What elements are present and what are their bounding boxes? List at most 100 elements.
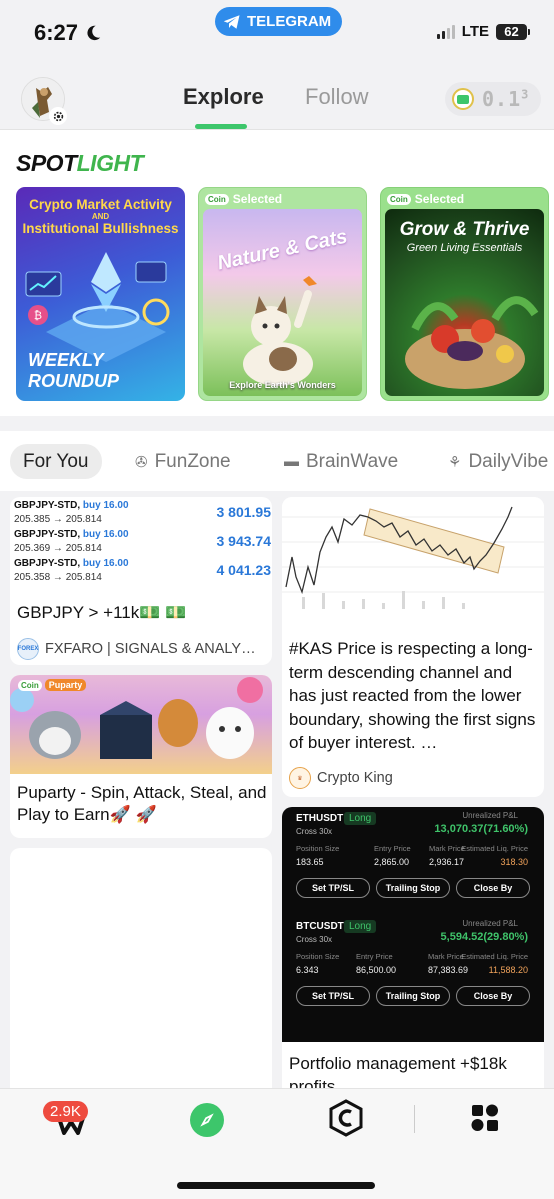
compass-icon <box>200 1113 214 1127</box>
position-cross: Cross 30x <box>296 827 333 836</box>
selected-header: Coin Selected <box>205 192 282 206</box>
selected-label: Selected <box>414 192 465 206</box>
top-header: Explore Follow 0.13 <box>0 62 554 130</box>
grow-thrive-image: Grow & Thrive Green Living Essentials <box>385 209 544 396</box>
nav-explore[interactable] <box>190 1103 224 1137</box>
quote-pair-text: GBPJPY-STD, <box>14 529 81 540</box>
author-avatar: ♛ <box>289 767 311 789</box>
quote-range: 205.358 → 205.814 <box>14 572 102 583</box>
pnl-label: Unrealized P&L <box>462 919 518 928</box>
dailyvibe-icon: ⚘ <box>448 453 462 471</box>
set-tpsl-button[interactable]: Set TP/SL <box>296 986 370 1006</box>
tab-dailyvibe[interactable]: ⚘ DailyVibe <box>448 444 548 479</box>
tab-for-you[interactable]: For You <box>10 444 102 479</box>
tab-brainwave-label: BrainWave <box>306 450 399 472</box>
quote-pair: GBPJPY-STD, buy 16.00 <box>14 500 129 511</box>
cat-illustration <box>243 276 317 386</box>
brainwave-icon: ▬ <box>284 453 299 470</box>
set-tpsl-button[interactable]: Set TP/SL <box>296 878 370 898</box>
selected-label: Selected <box>232 192 283 206</box>
brand-pill: Coin <box>205 193 229 205</box>
tab-follow[interactable]: Follow <box>305 84 369 110</box>
post-author[interactable]: FOREX FXFARO | SIGNALS & ANALY… <box>17 638 256 660</box>
tab-funzone-label: FunZone <box>154 450 231 472</box>
position-cross: Cross 30x <box>296 935 333 944</box>
vegetables-illustration <box>405 296 539 389</box>
post-card-gbpjpy[interactable]: GBPJPY-STD, buy 16.00 205.385 → 205.814 … <box>10 497 272 665</box>
post-author[interactable]: ♛ Crypto King <box>289 767 393 789</box>
post-card-portfolio[interactable]: ETHUSDT Long Cross 30x Unrealized P&L 13… <box>282 807 544 1088</box>
post-card-kas[interactable]: #KAS Price is respecting a long-term des… <box>282 497 544 797</box>
quote-range: 205.369 → 205.814 <box>14 543 102 554</box>
mark-value: 2,936.17 <box>429 857 465 867</box>
battery-icon: 62 <box>496 23 530 40</box>
mark-label: Mark Price <box>428 952 464 961</box>
tab-funzone[interactable]: ✇ FunZone <box>135 444 231 479</box>
spotlight-card-grow-thrive[interactable]: Coin Selected Grow & Thrive Green Living … <box>380 187 549 401</box>
weekly-roundup-title-line1: Crypto Market Activity <box>29 197 172 212</box>
post-title: Puparty - Spin, Attack, Steal, and Play … <box>17 783 267 824</box>
gear-icon[interactable] <box>49 107 67 125</box>
app-screen: { "status_bar": {"time": "6:27", "telegr… <box>0 0 554 1199</box>
pnl-label: Unrealized P&L <box>462 811 518 820</box>
post-card-loading[interactable] <box>10 848 272 1088</box>
quote-pair-text: GBPJPY-STD, <box>14 500 81 511</box>
wallet-icon <box>452 88 474 110</box>
trailing-stop-button[interactable]: Trailing Stop <box>376 986 450 1006</box>
quote-row: GBPJPY-STD, buy 16.00 205.369 → 205.814 … <box>12 526 272 555</box>
grow-thrive-title: Grow & Thrive <box>399 219 530 240</box>
wallet-value: 0.13 <box>482 87 529 111</box>
spotlight-card-nature-cats[interactable]: Coin Selected Nature & Cats Explore Earth… <box>198 187 367 401</box>
position-side: Long <box>344 812 377 825</box>
kas-price-chart <box>282 497 544 617</box>
nav-divider <box>414 1105 415 1133</box>
quote-pair: GBPJPY-STD, buy 16.00 <box>14 558 129 569</box>
position-symbol: BTCUSDT <box>296 921 344 932</box>
funzone-icon: ✇ <box>135 453 148 471</box>
nav-apps[interactable] <box>470 1103 500 1133</box>
tab-explore[interactable]: Explore <box>183 84 264 110</box>
nature-cats-image: Nature & Cats Explore Earth's Wonders <box>203 209 362 396</box>
quote-pair-text: GBPJPY-STD, <box>14 558 81 569</box>
grow-thrive-subtitle: Green Living Essentials <box>406 242 523 254</box>
spotlight-card-weekly-roundup[interactable]: Crypto Market Activity AND Institutional… <box>16 187 185 401</box>
tab-for-you-label: For You <box>23 450 89 472</box>
size-label: Position Size <box>296 844 340 853</box>
moon-icon <box>87 25 101 41</box>
post-card-puparty[interactable]: Coin Puparty Puparty - Spin, Attack, Ste… <box>10 675 272 838</box>
weekly-label-line2: ROUNDUP <box>28 371 120 391</box>
weekly-label-line1: WEEKLY <box>28 350 104 370</box>
telegram-pill[interactable]: TELEGRAM <box>215 7 343 36</box>
size-label: Position Size <box>296 952 340 961</box>
quote-row: GBPJPY-STD, buy 16.00 205.358 → 205.814 … <box>12 555 272 584</box>
weekly-roundup-label: WEEKLY ROUNDUP <box>28 350 119 392</box>
trade-screenshot: ETHUSDT Long Cross 30x Unrealized P&L 13… <box>282 807 544 1042</box>
tab-dailyvibe-label: DailyVibe <box>468 450 549 472</box>
quote-pair: GBPJPY-STD, buy 16.00 <box>14 529 129 540</box>
size-value: 6.343 <box>296 965 319 975</box>
entry-label: Entry Price <box>374 844 411 853</box>
tab-brainwave[interactable]: ▬ BrainWave <box>284 444 398 479</box>
close-by-button[interactable]: Close By <box>456 878 530 898</box>
quote-action: buy 16.00 <box>82 558 129 569</box>
pnl-value: 13,070.37(71.60%) <box>434 823 528 835</box>
wallet-balance-button[interactable]: 0.13 <box>445 82 541 116</box>
quote-range: 205.385 → 205.814 <box>14 514 102 525</box>
quote-action: buy 16.00 <box>82 500 129 511</box>
post-title: GBPJPY > +11k💵 💵 <box>17 603 187 622</box>
battery-level: 62 <box>496 23 527 40</box>
status-time: 6:27 <box>34 20 102 46</box>
quote-value: 4 041.23 <box>216 562 272 578</box>
liq-label: Estimated Liq. Price <box>461 844 528 853</box>
coin-c-icon <box>329 1099 363 1137</box>
puparty-banner-label: Puparty <box>44 679 87 691</box>
entry-value: 86,500.00 <box>356 965 397 975</box>
brand-pill: Coin <box>18 679 42 691</box>
home-indicator <box>177 1182 375 1189</box>
trailing-stop-button[interactable]: Trailing Stop <box>376 878 450 898</box>
author-name: FXFARO | SIGNALS & ANALY… <box>45 641 256 657</box>
position-side: Long <box>344 920 377 933</box>
nav-coin[interactable] <box>328 1099 364 1137</box>
apps-icon <box>471 1104 498 1131</box>
close-by-button[interactable]: Close By <box>456 986 530 1006</box>
